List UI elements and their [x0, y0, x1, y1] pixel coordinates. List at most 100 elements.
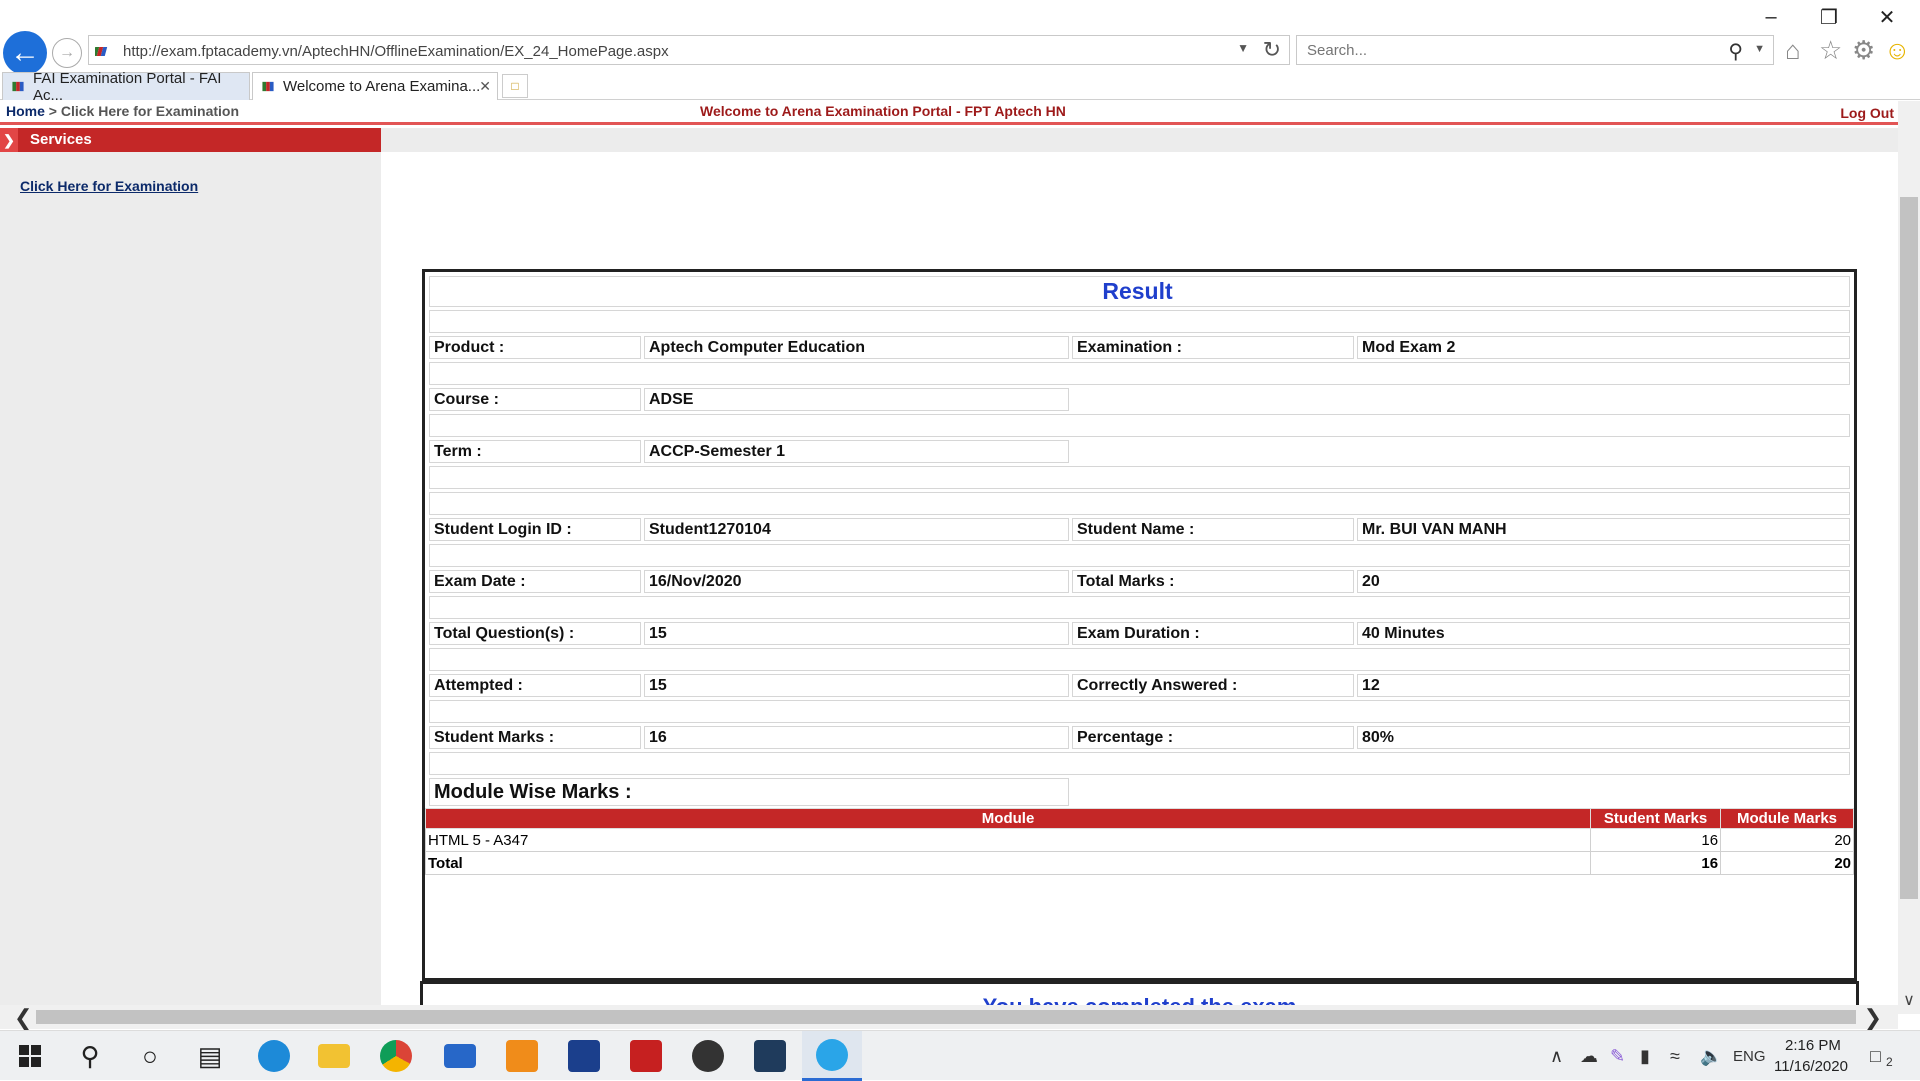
spacer-row — [429, 648, 1850, 671]
search-dropdown-icon[interactable]: ▼ — [1754, 43, 1765, 55]
login-id-label: Student Login ID : — [429, 518, 641, 541]
sidebar-item-examination[interactable]: Click Here for Examination — [20, 178, 198, 194]
logout-link[interactable]: Log Out — [1840, 105, 1894, 121]
media-player-icon[interactable] — [740, 1031, 800, 1081]
web-page: Home > Click Here for Examination Welcom… — [0, 101, 1920, 1014]
scroll-left-icon[interactable]: ❮ — [14, 1005, 32, 1031]
garena-icon[interactable] — [616, 1031, 676, 1081]
search-icon[interactable]: ⚲ — [1728, 39, 1743, 64]
home-icon[interactable]: ⌂ — [1785, 35, 1801, 66]
module-name: HTML 5 - A347 — [424, 828, 1592, 852]
wifi-icon[interactable]: ≈ — [1670, 1046, 1680, 1067]
language-indicator[interactable]: ENG — [1733, 1048, 1766, 1065]
horizontal-scroll-thumb[interactable] — [36, 1010, 1856, 1024]
settings-gear-icon[interactable]: ⚙ — [1852, 35, 1875, 66]
sublime-text-icon[interactable] — [492, 1031, 552, 1081]
windows-logo-icon — [19, 1045, 41, 1067]
module-student-marks: 16 — [1590, 828, 1722, 852]
obs-icon[interactable] — [678, 1031, 738, 1081]
services-header[interactable]: ❯ Services — [0, 128, 381, 152]
tab-fai-portal[interactable]: FAI Examination Portal - FAI Ac... — [2, 70, 250, 104]
dev-cpp-icon[interactable] — [554, 1031, 614, 1081]
search-icon[interactable]: ⚲ — [60, 1031, 120, 1081]
clock-date[interactable]: 11/16/2020 — [1774, 1058, 1848, 1075]
clock-time[interactable]: 2:16 PM — [1785, 1037, 1841, 1054]
new-tab-button[interactable]: □ — [502, 74, 528, 98]
table-row: HTML 5 - A347 16 20 — [424, 828, 1854, 852]
taskbar: ⚲ ○ ▤ ∧ ☁ ✎ ▮ ≈ 🔈 ENG 2:16 PM 11/16/2020… — [0, 1030, 1920, 1081]
tab-favicon-icon — [12, 81, 24, 92]
tab-label: Welcome to Arena Examina... — [283, 78, 481, 95]
tab-label: FAI Examination Portal - FAI Ac... — [33, 69, 222, 104]
total-student-marks: 16 — [1590, 851, 1722, 875]
show-hidden-icons-icon[interactable]: ∧ — [1550, 1046, 1563, 1067]
mail-icon[interactable] — [430, 1031, 490, 1081]
column-header-student-marks: Student Marks — [1590, 808, 1722, 829]
total-label: Total — [424, 851, 1592, 875]
student-marks-value: 16 — [644, 726, 1069, 749]
column-header-module-marks: Module Marks — [1720, 808, 1854, 829]
internet-explorer-icon[interactable] — [802, 1031, 862, 1081]
spacer-row — [429, 596, 1850, 619]
course-label: Course : — [429, 388, 641, 411]
favorites-star-icon[interactable]: ☆ — [1819, 35, 1842, 66]
spacer-row — [429, 414, 1850, 437]
edge-icon[interactable] — [244, 1031, 304, 1081]
student-name-value: Mr. BUI VAN MANH — [1357, 518, 1850, 541]
spacer-row — [429, 310, 1850, 333]
notification-count: 2 — [1886, 1055, 1893, 1069]
product-value: Aptech Computer Education — [644, 336, 1069, 359]
total-questions-label: Total Question(s) : — [429, 622, 641, 645]
refresh-icon[interactable]: ↻ — [1263, 37, 1281, 63]
search-box[interactable]: ⚲ ▼ — [1296, 35, 1774, 65]
pen-icon[interactable]: ✎ — [1610, 1046, 1625, 1067]
module-max-marks: 20 — [1720, 828, 1854, 852]
result-panel: Result Product : Aptech Computer Educati… — [422, 269, 1857, 981]
student-marks-label: Student Marks : — [429, 726, 641, 749]
vertical-scrollbar[interactable]: ∨ — [1898, 101, 1920, 1014]
battery-icon[interactable]: ▮ — [1640, 1046, 1650, 1067]
attempted-value: 15 — [644, 674, 1069, 697]
back-button[interactable]: ← — [3, 31, 47, 75]
chrome-icon[interactable] — [366, 1031, 426, 1081]
module-wise-heading: Module Wise Marks : — [429, 778, 1069, 806]
search-input[interactable] — [1307, 42, 1687, 59]
term-value: ACCP-Semester 1 — [644, 440, 1069, 463]
address-url[interactable]: http://exam.fptacademy.vn/AptechHN/Offli… — [123, 43, 669, 60]
spacer-row — [429, 466, 1850, 489]
login-id-value: Student1270104 — [644, 518, 1069, 541]
breadcrumb-home-link[interactable]: Home — [6, 103, 45, 119]
feedback-smiley-icon[interactable]: ☺ — [1884, 35, 1911, 66]
percentage-value: 80% — [1357, 726, 1850, 749]
forward-button[interactable]: → — [52, 38, 82, 68]
examination-label: Examination : — [1072, 336, 1354, 359]
horizontal-scrollbar[interactable]: ❮ ❯ — [0, 1005, 1898, 1031]
address-dropdown-icon[interactable]: ▼ — [1237, 41, 1249, 55]
vertical-scroll-thumb[interactable] — [1900, 197, 1918, 899]
site-favicon-icon — [95, 47, 108, 56]
sidebar: ❯ Services Click Here for Examination — [0, 128, 381, 1014]
spacer-row — [429, 700, 1850, 723]
forward-arrow-icon: → — [59, 44, 75, 61]
total-max-marks: 20 — [1720, 851, 1854, 875]
close-tab-icon[interactable]: ✕ — [479, 78, 491, 95]
cortana-icon[interactable]: ○ — [120, 1031, 180, 1081]
correct-value: 12 — [1357, 674, 1850, 697]
scroll-down-icon[interactable]: ∨ — [1898, 990, 1920, 1010]
tab-bar: FAI Examination Portal - FAI Ac... Welco… — [0, 70, 1920, 104]
attempted-label: Attempted : — [429, 674, 641, 697]
exam-duration-label: Exam Duration : — [1072, 622, 1354, 645]
notification-center-icon[interactable]: □ — [1870, 1046, 1881, 1067]
course-value: ADSE — [644, 388, 1069, 411]
onedrive-cloud-icon[interactable]: ☁ — [1580, 1046, 1598, 1067]
welcome-banner: Welcome to Arena Examination Portal - FP… — [700, 103, 1066, 119]
volume-muted-icon[interactable]: 🔈 — [1700, 1046, 1722, 1067]
task-view-icon[interactable]: ▤ — [180, 1031, 240, 1081]
column-header-module: Module — [424, 808, 1592, 829]
windows-start-icon[interactable] — [0, 1031, 60, 1081]
scroll-right-icon[interactable]: ❯ — [1864, 1005, 1882, 1031]
file-explorer-icon[interactable] — [304, 1031, 364, 1081]
examination-value: Mod Exam 2 — [1357, 336, 1850, 359]
address-bar[interactable]: http://exam.fptacademy.vn/AptechHN/Offli… — [88, 35, 1290, 65]
tab-arena-exam[interactable]: Welcome to Arena Examina... ✕ — [252, 72, 498, 100]
